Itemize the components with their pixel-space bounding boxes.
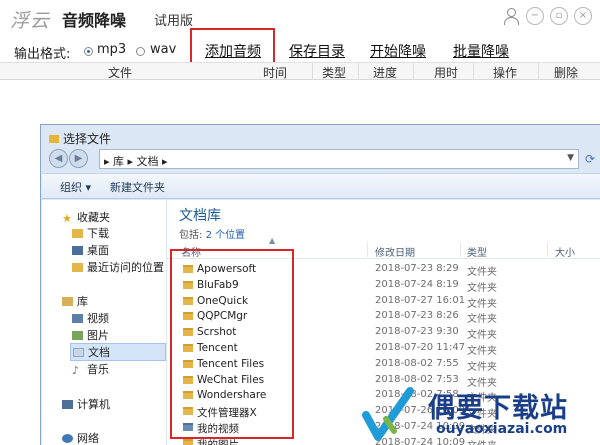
format-option-mp3[interactable]: mp3	[97, 42, 126, 57]
col-separator	[367, 242, 368, 257]
watermark-logo-icon	[362, 387, 414, 441]
close-icon[interactable]: ×	[574, 7, 592, 25]
save-directory-button[interactable]: 保存目录	[289, 41, 345, 61]
start-denoise-button[interactable]: 开始降噪	[370, 41, 426, 61]
desktop-icon	[72, 246, 83, 255]
recent-places-icon	[72, 263, 83, 272]
format-radio-mp3[interactable]	[84, 47, 93, 56]
file-type: 文件夹	[467, 282, 497, 294]
address-path: ▸ 库 ▸ 文档 ▸	[104, 155, 168, 168]
address-bar[interactable]: ▸ 库 ▸ 文档 ▸ ▼	[99, 149, 579, 169]
nav-library[interactable]: 库	[62, 293, 88, 309]
library-title: 文档库	[179, 208, 221, 224]
col-elapsed[interactable]: 用时	[434, 64, 458, 81]
format-option-wav[interactable]: wav	[150, 42, 176, 57]
file-modified-date: 2018-08-02 7:55	[375, 357, 459, 369]
library-subtitle: 包括: 2 个位置	[179, 230, 246, 241]
col-separator	[473, 63, 474, 80]
nav-favorites[interactable]: ★ 收藏夹	[62, 209, 110, 225]
file-grid-header: 文件 时间 类型 进度 用时 操作 删除	[0, 62, 600, 80]
app-name: 音频降噪	[62, 11, 127, 30]
file-modified-date: 2018-07-20 11:47	[375, 342, 466, 353]
document-library-icon	[73, 348, 84, 357]
file-modified-date: 2018-07-23 9:30	[375, 326, 459, 338]
back-icon[interactable]: ◀	[49, 149, 68, 168]
file-type: 文件夹	[467, 298, 497, 310]
navigation-pane: ★ 收藏夹 下载 桌面 最近访问的位置 库 视频 图片 文档 ♪ 音乐 计算机 网络	[42, 200, 166, 445]
forward-icon[interactable]: ▶	[69, 149, 88, 168]
library-locations-link[interactable]: 2 个位置	[206, 230, 246, 241]
toolbar: 输出格式: mp3 wav 添加音频 保存目录 开始降噪 批量降噪	[0, 38, 600, 64]
format-label: 输出格式:	[14, 47, 71, 62]
user-icon[interactable]	[502, 7, 520, 25]
nav-computer[interactable]: 计算机	[62, 396, 110, 412]
file-type: 文件夹	[467, 437, 497, 445]
col-delete[interactable]: 删除	[554, 64, 578, 81]
dialog-title-text: 选择文件	[63, 132, 112, 146]
nav-pictures[interactable]: 图片	[72, 327, 109, 343]
col-file-type[interactable]: 类型	[467, 244, 487, 259]
col-separator	[312, 63, 313, 80]
file-modified-date: 2018-07-27 16:01	[375, 294, 466, 306]
format-radio-wav[interactable]	[136, 47, 145, 56]
picture-library-icon	[72, 331, 83, 340]
file-modified-date: 2018-07-23 8:29	[375, 263, 459, 274]
col-separator	[358, 63, 359, 80]
file-type: 文件夹	[467, 361, 497, 373]
col-separator	[547, 242, 548, 257]
nav-desktop[interactable]: 桌面	[72, 242, 109, 258]
col-time[interactable]: 时间	[263, 64, 287, 81]
file-modified-date: 2018-07-24 8:19	[375, 278, 459, 290]
folder-icon	[183, 438, 193, 445]
dialog-command-bar: 组织 ▾ 新建文件夹	[42, 173, 600, 199]
music-note-icon: ♪	[72, 364, 80, 377]
window-controls: − ▫ ×	[502, 7, 592, 25]
col-size[interactable]: 大小	[555, 244, 575, 259]
nav-recent-places[interactable]: 最近访问的位置	[72, 259, 164, 275]
col-progress[interactable]: 进度	[373, 64, 397, 81]
app-titlebar: 浮云 音频降噪 试用版 − ▫ ×	[0, 0, 600, 36]
file-type: 文件夹	[467, 314, 497, 326]
organize-button[interactable]: 组织 ▾	[60, 179, 91, 195]
file-modified-date: 2018-08-02 7:53	[375, 373, 459, 385]
dialog-navbar: ◀ ▶ ▸ 库 ▸ 文档 ▸ ▼ ⟳	[41, 146, 600, 172]
download-folder-icon	[72, 229, 83, 238]
star-icon: ★	[62, 212, 72, 225]
col-separator	[460, 242, 461, 257]
minimize-icon[interactable]: −	[526, 7, 544, 25]
nav-videos[interactable]: 视频	[72, 310, 109, 326]
file-modified-date: 2018-07-23 8:26	[375, 310, 459, 322]
new-folder-button[interactable]: 新建文件夹	[110, 179, 165, 195]
col-modified[interactable]: 修改日期	[375, 244, 415, 259]
watermark-text: 偶要下载站	[428, 393, 568, 424]
col-separator	[538, 63, 539, 80]
nav-downloads[interactable]: 下载	[72, 225, 109, 241]
file-type: 文件夹	[467, 346, 497, 357]
col-action[interactable]: 操作	[493, 64, 517, 81]
col-file[interactable]: 文件	[108, 64, 132, 81]
file-type: 文件夹	[467, 267, 497, 278]
refresh-icon[interactable]: ⟳	[585, 152, 595, 166]
restore-icon[interactable]: ▫	[550, 7, 568, 25]
watermark-url: ouyaoxiazai.com	[436, 421, 568, 437]
col-separator	[413, 63, 414, 80]
dialog-app-icon	[49, 135, 59, 143]
dialog-title: 选择文件	[49, 130, 111, 147]
library-icon	[62, 297, 73, 306]
nav-music[interactable]: ♪ 音乐	[72, 361, 109, 377]
col-type[interactable]: 类型	[322, 64, 346, 81]
edition-label: 试用版	[154, 14, 194, 29]
app-logo: 浮云	[10, 10, 51, 32]
network-icon	[62, 434, 73, 443]
nav-network[interactable]: 网络	[62, 430, 99, 445]
nav-documents[interactable]: 文档	[70, 343, 166, 361]
computer-icon	[62, 400, 73, 409]
folder-list-highlight	[170, 249, 294, 439]
file-type: 文件夹	[467, 330, 497, 342]
chevron-down-icon[interactable]: ▼	[567, 153, 574, 163]
batch-denoise-button[interactable]: 批量降噪	[453, 41, 509, 61]
video-library-icon	[72, 314, 83, 323]
